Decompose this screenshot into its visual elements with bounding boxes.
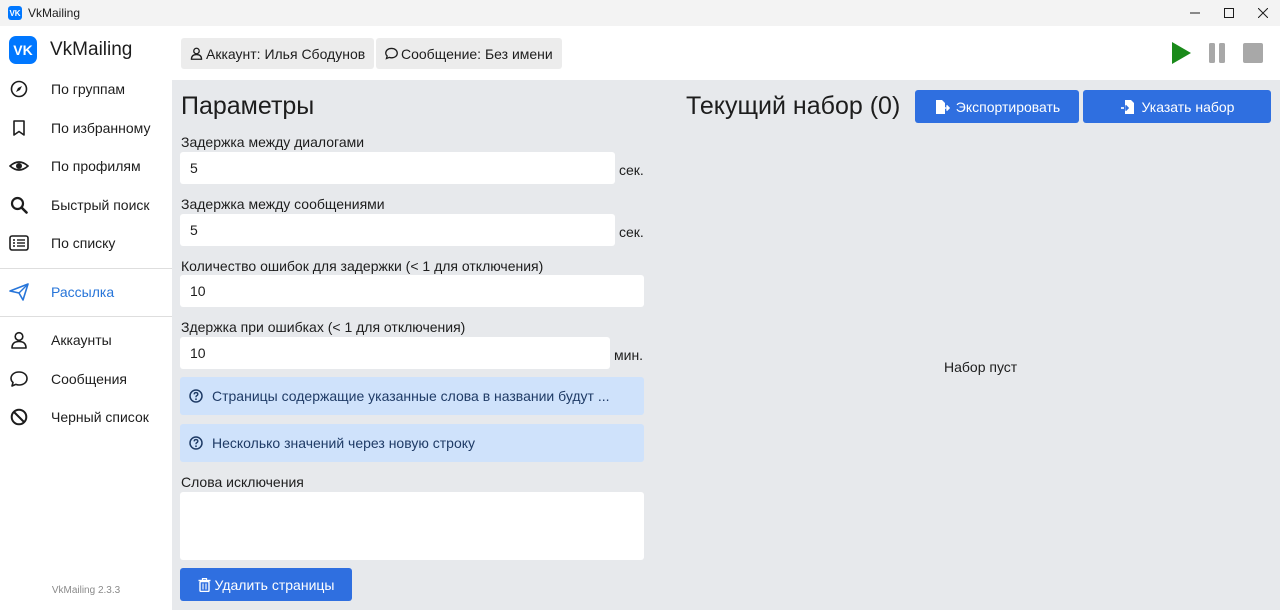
ban-icon [9,407,29,427]
file-export-icon [934,99,950,115]
file-import-icon [1120,99,1136,115]
app-logo-icon: VK [8,6,22,20]
send-icon [9,282,29,302]
message-delay-unit: сек. [619,224,644,240]
play-button[interactable] [1169,40,1193,66]
sidebar-divider [0,316,172,317]
error-count-input[interactable]: 10 [180,275,644,307]
sidebar-item-label: По списку [51,235,116,252]
sidebar: VK VkMailing По группам По избранному По… [0,26,172,610]
message-delay-label: Задержка между сообщениями [181,196,385,212]
play-icon [1172,42,1191,64]
empty-set-text: Набор пуст [944,359,1018,375]
delete-pages-button[interactable]: Удалить страницы [180,568,352,601]
top-header: Аккаунт: Илья Сбодунов Сообщение: Без им… [172,26,1280,80]
pause-icon [1209,43,1225,63]
sidebar-item-messages[interactable]: Сообщения [0,360,172,399]
export-label: Экспортировать [955,98,1061,115]
app-version: VkMailing 2.3.3 [51,585,121,596]
stop-icon [1243,43,1263,63]
user-icon [189,47,203,61]
sidebar-item-quick-search[interactable]: Быстрый поиск [0,186,172,225]
exclusion-words-textarea[interactable] [180,492,644,560]
eye-icon [9,156,29,176]
sidebar-item-label: По избранному [51,119,151,136]
error-delay-label: Здержка при ошибках (< 1 для отключения) [181,319,466,335]
sidebar-item-favorites[interactable]: По избранному [0,109,172,148]
sidebar-item-label: Быстрый поиск [51,196,150,213]
message-chip-label: Сообщение: Без имени [401,45,553,62]
pause-button[interactable] [1205,40,1229,66]
sidebar-item-mailing[interactable]: Рассылка [0,273,172,312]
account-chip[interactable]: Аккаунт: Илья Сбодунов [181,38,375,69]
specify-set-label: Указать набор [1141,98,1235,115]
user-icon [9,330,29,350]
account-chip-label: Аккаунт: Илья Сбодунов [206,45,366,62]
params-title: Параметры [181,92,315,120]
window-titlebar: VK VkMailing [0,0,1280,26]
specify-set-button[interactable]: Указать набор [1083,90,1271,123]
sidebar-divider [0,267,172,269]
chat-icon [9,369,29,389]
chat-icon [384,47,398,61]
dialog-delay-input[interactable]: 5 [180,152,615,184]
sidebar-item-label: Сообщения [51,370,127,387]
info-banner-multivalue: Несколько значений через новую строку [180,424,644,462]
sidebar-nav: По группам По избранному По профилям Быс… [0,70,172,437]
window-title: VkMailing [28,6,81,20]
export-button[interactable]: Экспортировать [915,90,1079,123]
delete-pages-label: Удалить страницы [214,576,335,593]
message-chip[interactable]: Сообщение: Без имени [376,38,562,69]
list-icon [9,233,29,253]
sidebar-item-label: Рассылка [51,283,115,300]
minimize-icon [1190,12,1200,14]
sidebar-item-profiles[interactable]: По профилям [0,147,172,186]
info-banner-exclusion[interactable]: Страницы содержащие указанные слова в на… [180,377,644,415]
sidebar-item-groups[interactable]: По группам [0,70,172,109]
close-icon [1258,8,1268,18]
info-banner-text: Несколько значений через новую строку [212,435,476,451]
brand: VK VkMailing [9,36,132,64]
sidebar-item-accounts[interactable]: Аккаунты [0,321,172,360]
close-button[interactable] [1246,0,1280,26]
maximize-button[interactable] [1212,0,1246,26]
maximize-icon [1224,8,1234,18]
help-circle-icon [189,389,203,403]
exclusion-words-label: Слова исключения [181,474,304,490]
error-delay-input[interactable]: 10 [180,337,610,369]
bookmark-icon [9,118,29,138]
dialog-delay-label: Задержка между диалогами [181,134,365,150]
error-delay-unit: мин. [614,347,644,363]
trash-icon [198,577,212,592]
current-set-title: Текущий набор (0) [686,92,901,120]
minimize-button[interactable] [1178,0,1212,26]
brand-name: VkMailing [50,39,133,60]
stop-button[interactable] [1241,40,1265,66]
help-circle-icon [189,436,203,450]
info-banner-text: Страницы содержащие указанные слова в на… [212,388,610,404]
error-count-label: Количество ошибок для задержки (< 1 для … [181,258,544,274]
sidebar-item-label: Черный список [51,409,149,426]
vk-logo-icon: VK [9,36,37,64]
dialog-delay-unit: сек. [619,162,644,178]
sidebar-item-label: По профилям [51,158,141,175]
sidebar-item-label: По группам [51,81,126,98]
main-content: Параметры Задержка между диалогами 5 сек… [172,80,1280,610]
compass-icon [9,79,29,99]
sidebar-item-label: Аккаунты [51,332,112,349]
search-icon [9,195,29,215]
sidebar-item-blacklist[interactable]: Черный список [0,398,172,437]
sidebar-item-list[interactable]: По списку [0,224,172,263]
message-delay-input[interactable]: 5 [180,214,615,246]
